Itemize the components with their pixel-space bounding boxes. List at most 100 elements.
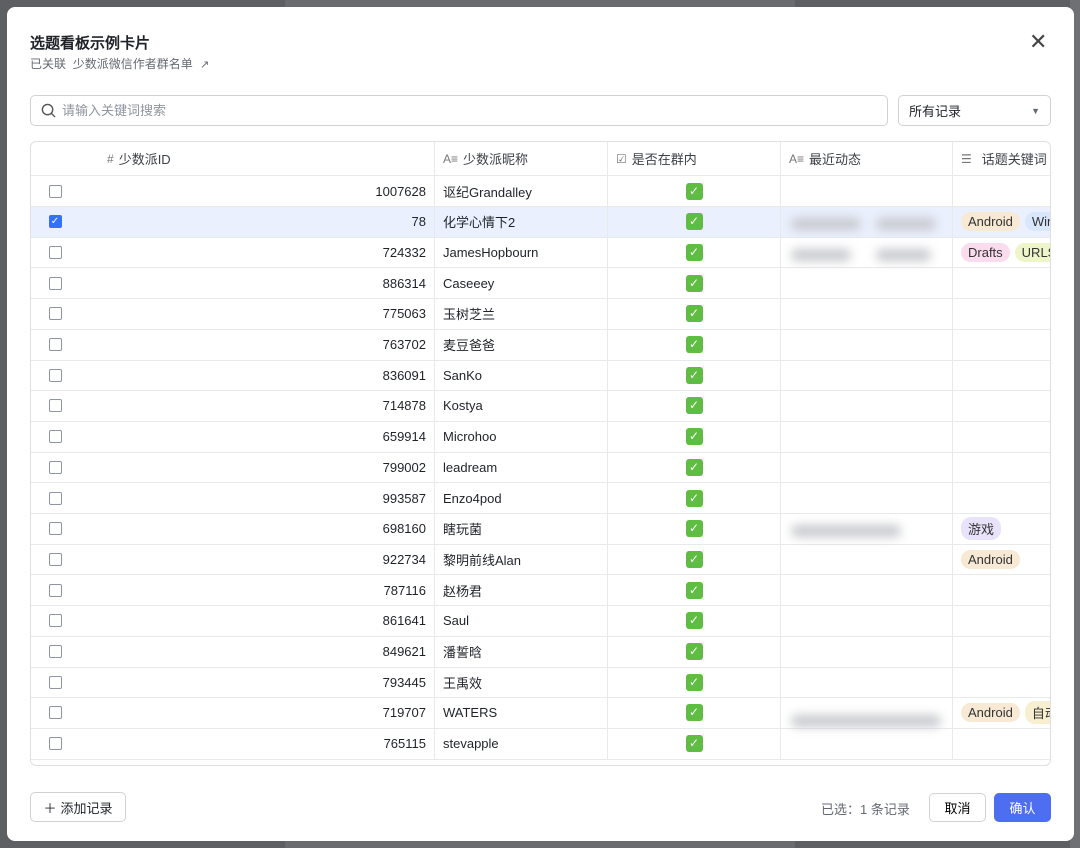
keywords-cell: DraftsURLS bbox=[953, 237, 1050, 267]
linked-label: 已关联 bbox=[30, 57, 67, 71]
recent-activity-cell bbox=[781, 728, 953, 759]
keywords-cell: AndroidWin bbox=[953, 207, 1050, 237]
column-header-in-group[interactable]: ☑ 是否在群内 bbox=[608, 142, 781, 175]
search-icon bbox=[41, 103, 56, 118]
linked-table-link[interactable]: 少数派微信作者群名单 bbox=[73, 57, 193, 71]
table-row[interactable]: 886314 Caseeey ✓ bbox=[31, 268, 1050, 300]
id-cell: 1007628 bbox=[79, 176, 435, 206]
row-checkbox[interactable]: ✓ bbox=[48, 215, 62, 229]
table-row[interactable]: 1007628 讴纪Grandalley ✓ bbox=[31, 176, 1050, 207]
row-checkbox[interactable] bbox=[48, 491, 62, 505]
keyword-tag: 游戏 bbox=[961, 517, 1002, 541]
recent-activity-cell bbox=[781, 575, 953, 606]
search-input[interactable] bbox=[62, 103, 887, 118]
recent-activity-cell bbox=[781, 421, 953, 452]
records-table: # 少数派ID A≡ 少数派昵称 ☑ 是否在群内 A≡ 最近动态 ☰ 话题关键词 1007… bbox=[30, 141, 1051, 766]
text-field-icon: A≡ bbox=[789, 151, 805, 166]
id-cell: 775063 bbox=[79, 298, 435, 329]
table-row[interactable]: 765115 stevapple ✓ bbox=[31, 728, 1050, 760]
blurred-content bbox=[791, 249, 851, 261]
row-checkbox[interactable] bbox=[48, 552, 62, 566]
recent-activity-cell bbox=[781, 298, 953, 329]
recent-activity-cell bbox=[781, 360, 953, 391]
record-filter-select[interactable]: 所有记录 ▼ bbox=[898, 95, 1051, 126]
keywords-cell bbox=[953, 667, 1050, 697]
row-checkbox[interactable] bbox=[48, 706, 62, 720]
row-checkbox[interactable] bbox=[48, 368, 62, 382]
keywords-cell: Android bbox=[953, 544, 1050, 574]
external-link-icon[interactable]: ↗ bbox=[200, 59, 209, 71]
row-checkbox[interactable] bbox=[48, 583, 62, 597]
confirm-button[interactable]: 确认 bbox=[994, 793, 1051, 822]
row-checkbox[interactable] bbox=[48, 430, 62, 444]
column-header-recent[interactable]: A≡ 最近动态 bbox=[781, 142, 953, 175]
table-row[interactable]: 659914 Microhoo ✓ bbox=[31, 421, 1050, 453]
dialog-title: 选题看板示例卡片 bbox=[30, 35, 151, 52]
checked-icon: ✓ bbox=[685, 735, 703, 753]
checked-icon: ✓ bbox=[685, 213, 703, 231]
recent-activity-cell bbox=[781, 667, 953, 698]
row-checkbox[interactable] bbox=[48, 245, 62, 259]
row-checkbox[interactable] bbox=[48, 675, 62, 689]
nickname-cell: leadream bbox=[435, 452, 608, 483]
keywords-cell bbox=[953, 422, 1050, 452]
recent-activity-cell bbox=[781, 268, 953, 299]
linked-table-info: 已关联 少数派微信作者群名单 ↗ bbox=[30, 55, 209, 72]
column-label: 少数派ID bbox=[118, 152, 171, 167]
row-checkbox[interactable] bbox=[48, 307, 62, 321]
id-cell: 698160 bbox=[79, 513, 435, 544]
id-cell: 922734 bbox=[79, 544, 435, 575]
row-checkbox[interactable] bbox=[48, 460, 62, 474]
checked-icon: ✓ bbox=[685, 366, 703, 384]
row-checkbox[interactable] bbox=[48, 522, 62, 536]
table-row[interactable]: 793445 王禹效 ✓ bbox=[31, 667, 1050, 699]
id-cell: 659914 bbox=[79, 421, 435, 452]
keywords-cell bbox=[953, 637, 1050, 667]
column-header-nickname[interactable]: A≡ 少数派昵称 bbox=[435, 142, 608, 175]
add-record-button[interactable]: ＋添加记录 bbox=[30, 792, 126, 822]
checked-icon: ✓ bbox=[685, 581, 703, 599]
close-icon[interactable]: ✕ bbox=[1029, 29, 1047, 55]
nickname-cell: 赵杨君 bbox=[435, 575, 608, 606]
nickname-cell: 黎明前线Alan bbox=[435, 544, 608, 575]
table-row[interactable]: 775063 玉树芝兰 ✓ bbox=[31, 298, 1050, 330]
cancel-button[interactable]: 取消 bbox=[929, 793, 986, 822]
table-row[interactable]: 714878 Kostya ✓ bbox=[31, 390, 1050, 422]
checked-icon: ✓ bbox=[685, 243, 703, 261]
column-header-keywords[interactable]: ☰ 话题关键词 bbox=[953, 142, 1050, 175]
row-checkbox[interactable] bbox=[48, 737, 62, 751]
row-checkbox[interactable] bbox=[48, 399, 62, 413]
keywords-cell: 游戏 bbox=[953, 514, 1050, 544]
row-checkbox[interactable] bbox=[48, 338, 62, 351]
table-row[interactable]: 836091 SanKo ✓ bbox=[31, 360, 1050, 392]
row-checkbox[interactable] bbox=[48, 645, 62, 658]
table-row[interactable]: 787116 赵杨君 ✓ bbox=[31, 575, 1050, 607]
blurred-content bbox=[791, 715, 941, 727]
id-cell: 724332 bbox=[79, 237, 435, 268]
row-checkbox[interactable] bbox=[48, 184, 62, 198]
table-row[interactable]: 993587 Enzo4pod ✓ bbox=[31, 483, 1050, 514]
table-row[interactable]: 861641 Saul ✓ bbox=[31, 605, 1050, 637]
checked-icon: ✓ bbox=[685, 520, 703, 538]
keywords-cell bbox=[953, 330, 1050, 360]
table-row[interactable]: 763702 麦豆爸爸 ✓ bbox=[31, 329, 1050, 361]
column-header-id[interactable]: # 少数派ID bbox=[79, 142, 435, 175]
row-checkbox[interactable] bbox=[48, 276, 62, 290]
keywords-cell bbox=[953, 176, 1050, 206]
record-picker-dialog: 选题看板示例卡片 已关联 少数派微信作者群名单 ↗ ✕ 所有记录 ▼ # 少数派I… bbox=[7, 7, 1074, 841]
table-row[interactable]: 849621 潘誓晗 ✓ bbox=[31, 636, 1050, 668]
search-box[interactable] bbox=[30, 95, 888, 126]
checked-icon: ✓ bbox=[685, 458, 703, 476]
chevron-down-icon: ▼ bbox=[1031, 105, 1040, 116]
keywords-cell bbox=[953, 606, 1050, 636]
checked-icon: ✓ bbox=[685, 428, 703, 446]
table-row[interactable]: 799002 leadream ✓ bbox=[31, 452, 1050, 484]
number-field-icon: # bbox=[107, 151, 114, 166]
nickname-cell: Enzo4pod bbox=[435, 483, 608, 513]
table-row[interactable]: 922734 黎明前线Alan ✓ Android bbox=[31, 544, 1050, 576]
checked-icon: ✓ bbox=[685, 704, 703, 722]
row-checkbox[interactable] bbox=[48, 614, 62, 628]
blurred-content bbox=[791, 218, 861, 230]
nickname-cell: Kostya bbox=[435, 390, 608, 421]
recent-activity-cell bbox=[781, 329, 953, 360]
